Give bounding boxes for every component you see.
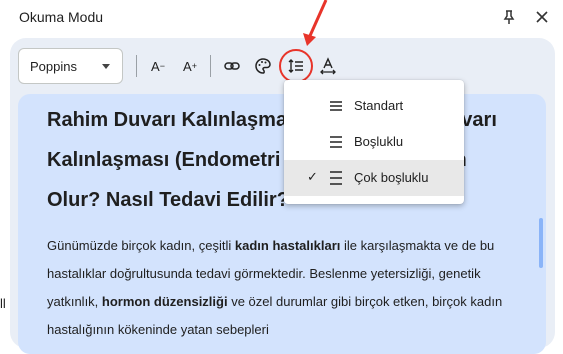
increase-font-label: A bbox=[183, 58, 192, 74]
line-spacing-spaced-icon bbox=[330, 136, 342, 148]
line-spacing-wide-icon bbox=[330, 171, 342, 185]
scrollbar-thumb[interactable] bbox=[539, 218, 543, 268]
line-spacing-standard-icon bbox=[330, 101, 342, 111]
heading-line-3: Olur? Nasıl Tedavi Edilir? bbox=[47, 189, 289, 211]
heading-line-1: Rahim Duvarı Kalınlaşma bbox=[47, 109, 288, 131]
menu-item-label: Çok boşluklu bbox=[354, 170, 429, 185]
menu-item-very-spaced[interactable]: ✓ Çok boşluklu bbox=[284, 160, 464, 196]
plus-sign: + bbox=[191, 61, 197, 71]
minus-sign: − bbox=[159, 61, 165, 71]
paragraph-bold: kadın hastalıkları bbox=[234, 238, 341, 253]
paragraph-text: Günümüzde birçok kadın, çeşitli bbox=[47, 238, 235, 253]
paragraph-bold: hormon düzensizliği bbox=[101, 294, 228, 309]
chevron-down-icon bbox=[102, 64, 110, 69]
theme-button[interactable] bbox=[249, 52, 277, 80]
checkmark-icon: ✓ bbox=[307, 169, 318, 184]
line-spacing-menu: Standart Boşluklu ✓ Çok boşluklu bbox=[284, 80, 464, 204]
heading-line-2: Kalınlaşması (Endometri bbox=[47, 149, 281, 171]
menu-item-spaced[interactable]: Boşluklu bbox=[284, 124, 464, 160]
close-icon[interactable] bbox=[533, 8, 551, 26]
link-icon bbox=[224, 62, 240, 70]
pin-icon[interactable] bbox=[500, 8, 518, 26]
article-content: Rahim Duvarı Kalınlaşma uvarı Kalınlaşmas… bbox=[18, 94, 546, 354]
font-family-select[interactable]: Poppins bbox=[18, 48, 123, 84]
increase-font-button[interactable]: A + bbox=[176, 52, 204, 80]
annotation-circle bbox=[279, 49, 313, 83]
annotation-arrow bbox=[303, 0, 328, 46]
article-paragraph: Günümüzde birçok kadın, çeşitli kadın ha… bbox=[47, 232, 522, 344]
link-button[interactable] bbox=[218, 52, 246, 80]
background-text-fragment: ll bbox=[0, 296, 6, 311]
menu-item-standard[interactable]: Standart bbox=[284, 88, 464, 124]
toolbar-divider bbox=[136, 55, 137, 77]
letter-spacing-icon bbox=[320, 57, 336, 75]
window-title: Okuma Modu bbox=[19, 9, 104, 25]
palette-icon bbox=[255, 58, 271, 74]
decrease-font-label: A bbox=[151, 58, 160, 74]
decrease-font-button[interactable]: A − bbox=[144, 52, 172, 80]
menu-item-label: Boşluklu bbox=[354, 134, 404, 149]
title-bar: Okuma Modu bbox=[0, 0, 563, 36]
font-select-value: Poppins bbox=[30, 59, 77, 74]
toolbar-divider bbox=[210, 55, 211, 77]
letter-spacing-button[interactable] bbox=[314, 52, 342, 80]
menu-item-label: Standart bbox=[354, 98, 404, 113]
